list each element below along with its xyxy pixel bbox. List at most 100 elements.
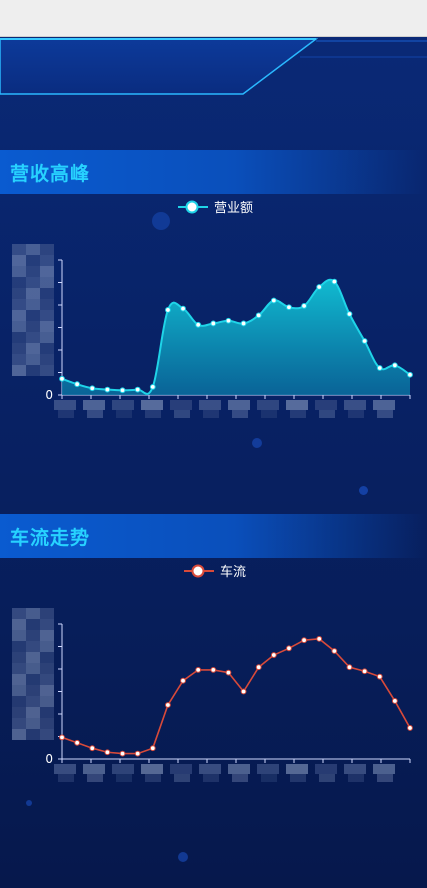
obscured-x-label — [286, 764, 308, 774]
section-title-text: 营收高峰 — [10, 163, 91, 185]
data-point — [391, 698, 398, 704]
obscured-x-label — [87, 410, 103, 418]
obscured-axis-label — [26, 277, 40, 288]
obscured-x-label — [87, 774, 103, 782]
legend-traffic[interactable]: 车流 — [184, 561, 246, 580]
data-point — [134, 750, 141, 757]
section-title-text: 车流走势 — [10, 527, 91, 549]
obscured-axis-label — [40, 663, 54, 674]
obscured-axis-label — [12, 674, 26, 685]
header-banner — [0, 38, 427, 95]
data-point — [331, 648, 338, 654]
obscured-axis-label — [26, 332, 40, 343]
obscured-x-label — [170, 764, 192, 774]
obscured-axis-label — [26, 641, 40, 652]
obscured-x-label — [116, 410, 132, 418]
data-point — [89, 745, 96, 752]
obscured-axis-label — [40, 277, 54, 288]
bg-dot — [359, 486, 368, 495]
data-point — [255, 312, 262, 319]
obscured-axis-label — [26, 321, 40, 332]
legend-revenue[interactable]: 营业额 — [178, 197, 253, 216]
data-point — [104, 749, 111, 756]
obscured-axis-label — [12, 310, 26, 321]
obscured-axis-label — [40, 685, 54, 696]
obscured-x-label — [174, 774, 190, 782]
legend-label: 营业额 — [214, 201, 254, 216]
data-point — [195, 321, 202, 328]
data-point — [59, 375, 65, 382]
obscured-axis-label — [40, 299, 54, 310]
data-point — [195, 667, 202, 673]
obscured-x-label — [290, 774, 306, 782]
obscured-x-label — [286, 400, 308, 410]
obscured-axis-label — [26, 299, 40, 310]
data-point — [361, 338, 368, 344]
obscured-x-label — [319, 774, 335, 782]
data-point — [346, 311, 353, 317]
legend-marker-icon — [178, 200, 208, 213]
data-point — [240, 688, 247, 695]
obscured-axis-label — [26, 696, 40, 707]
data-point — [255, 664, 262, 671]
revenue-area-chart: 0 — [12, 244, 413, 418]
data-point — [391, 362, 398, 369]
data-point — [346, 664, 353, 671]
obscured-axis-label — [26, 266, 40, 277]
obscured-axis-label — [26, 729, 40, 740]
data-point — [407, 725, 413, 731]
data-point — [407, 371, 413, 378]
obscured-axis-label — [40, 354, 54, 365]
data-point — [104, 386, 111, 393]
data-point — [210, 667, 217, 673]
obscured-x-label — [199, 764, 221, 774]
obscured-x-label — [257, 400, 279, 410]
obscured-axis-label — [26, 365, 40, 376]
data-point — [134, 386, 141, 393]
obscured-axis-label — [26, 255, 40, 266]
data-point — [361, 668, 368, 675]
obscured-axis-label — [40, 310, 54, 321]
obscured-axis-label — [12, 630, 26, 641]
legend-marker-icon — [184, 564, 214, 577]
data-point — [149, 745, 156, 752]
obscured-axis-label — [40, 266, 54, 277]
obscured-axis-label — [12, 321, 26, 332]
obscured-x-label — [203, 410, 219, 418]
obscured-x-label — [377, 774, 393, 782]
obscured-axis-label — [12, 288, 26, 299]
obscured-axis-label — [12, 729, 26, 740]
obscured-axis-label — [40, 332, 54, 343]
obscured-axis-label — [12, 299, 26, 310]
obscured-x-label — [232, 774, 248, 782]
obscured-axis-label — [12, 332, 26, 343]
obscured-axis-label — [12, 354, 26, 365]
data-point — [301, 637, 307, 644]
data-point — [270, 297, 277, 304]
obscured-axis-label — [40, 641, 54, 652]
traffic-line-chart: 0 — [12, 608, 413, 782]
obscured-axis-label — [12, 652, 26, 663]
obscured-axis-label — [40, 696, 54, 707]
obscured-x-label — [58, 410, 74, 418]
obscured-x-label — [261, 410, 277, 418]
data-point — [316, 635, 323, 642]
section-title-revenue: 营收高峰 — [0, 150, 427, 194]
obscured-axis-label — [12, 696, 26, 707]
data-point — [225, 669, 232, 676]
series-area — [62, 279, 410, 395]
y-tick-label-zero: 0 — [45, 388, 53, 402]
obscured-x-label — [315, 764, 337, 774]
obscured-axis-label — [40, 619, 54, 630]
obscured-x-label — [228, 764, 250, 774]
data-point — [165, 702, 171, 708]
obscured-axis-label — [12, 707, 26, 718]
data-point — [89, 385, 96, 392]
obscured-axis-label — [12, 277, 26, 288]
obscured-axis-label — [26, 674, 40, 685]
obscured-axis-label — [40, 718, 54, 729]
obscured-x-label — [344, 400, 366, 410]
obscured-axis-label — [40, 608, 54, 619]
obscured-x-label — [348, 774, 364, 782]
obscured-axis-label — [12, 619, 26, 630]
